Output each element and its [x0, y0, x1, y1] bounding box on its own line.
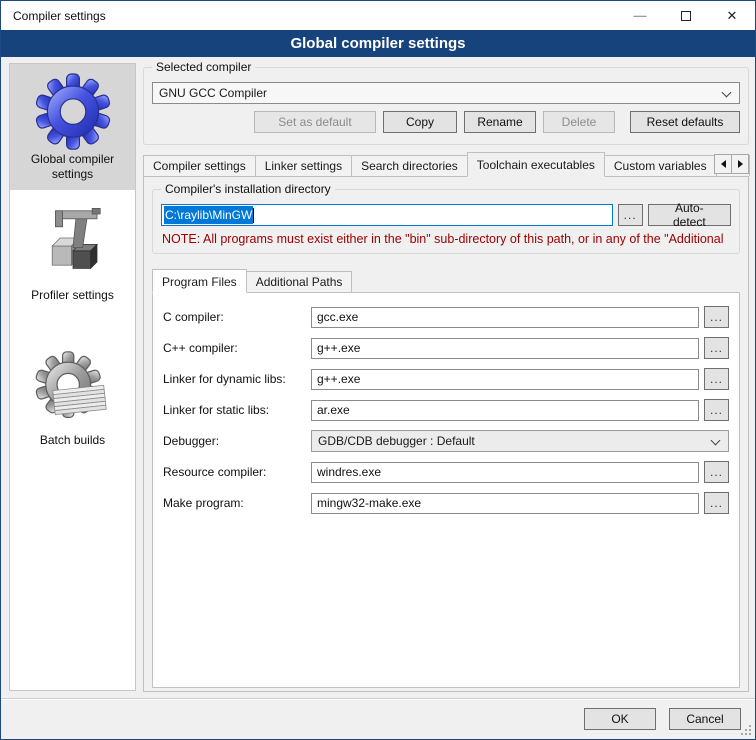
field-row-static-linker: Linker for static libs: ar.exe ... [163, 399, 729, 421]
installation-directory-value: C:\raylib\MinGW [164, 206, 253, 224]
ok-button[interactable]: OK [584, 708, 656, 730]
compiler-select[interactable]: GNU GCC Compiler [152, 82, 740, 104]
close-button[interactable]: ✕ [709, 1, 755, 30]
tab-search-directories[interactable]: Search directories [351, 155, 468, 176]
dialog-footer: OK Cancel [1, 698, 755, 739]
browse-dynamic-linker-button[interactable]: ... [704, 368, 729, 390]
field-row-resource-compiler: Resource compiler: windres.exe ... [163, 461, 729, 483]
tab-linker-settings[interactable]: Linker settings [255, 155, 352, 176]
auto-detect-button[interactable]: Auto-detect [648, 204, 731, 226]
caliper-icon [33, 206, 113, 286]
maximize-button[interactable] [663, 1, 709, 30]
field-label: Make program: [163, 496, 311, 510]
tab-additional-paths[interactable]: Additional Paths [246, 271, 353, 292]
tab-program-files[interactable]: Program Files [152, 269, 247, 293]
debugger-select[interactable]: GDB/CDB debugger : Default [311, 430, 729, 452]
program-files-panel: C compiler: gcc.exe ... C++ compiler: g+… [152, 292, 740, 688]
settings-category-list: Global compiler settings Profiler settin… [9, 63, 136, 691]
field-row-cpp-compiler: C++ compiler: g++.exe ... [163, 337, 729, 359]
arrow-left-icon [721, 160, 726, 168]
tab-scroll-right-button[interactable] [731, 154, 749, 174]
delete-button[interactable]: Delete [543, 111, 615, 133]
field-row-dynamic-linker: Linker for dynamic libs: g++.exe ... [163, 368, 729, 390]
rename-button[interactable]: Rename [464, 111, 536, 133]
field-label: Debugger: [163, 434, 311, 448]
tab-compiler-settings[interactable]: Compiler settings [143, 155, 256, 176]
installation-directory-row: C:\raylib\MinGW ... Auto-detect [161, 204, 731, 226]
cancel-button[interactable]: Cancel [669, 708, 741, 730]
browse-directory-button[interactable]: ... [618, 204, 643, 226]
browse-c-compiler-button[interactable]: ... [704, 306, 729, 328]
selected-compiler-group-label: Selected compiler [152, 60, 255, 74]
installation-directory-group-label: Compiler's installation directory [161, 182, 335, 196]
page-title: Global compiler settings [1, 30, 755, 57]
title-bar: Compiler settings — ✕ [1, 1, 755, 30]
tab-toolchain-executables[interactable]: Toolchain executables [467, 152, 605, 177]
compiler-buttons-row: Set as default Copy Rename Delete Reset … [152, 111, 740, 133]
field-label: C++ compiler: [163, 341, 311, 355]
field-row-make-program: Make program: mingw32-make.exe ... [163, 492, 729, 514]
sidebar-item-label: Global compiler settings [14, 152, 131, 182]
sidebar-item-label: Batch builds [14, 433, 131, 448]
browse-static-linker-button[interactable]: ... [704, 399, 729, 421]
installation-directory-input[interactable]: C:\raylib\MinGW [161, 204, 613, 226]
tab-custom-variables[interactable]: Custom variables [604, 155, 717, 176]
resource-compiler-input[interactable]: windres.exe [311, 462, 699, 483]
chevron-down-icon [711, 436, 721, 446]
maximize-icon [681, 11, 691, 21]
blue-gear-icon [33, 70, 113, 150]
field-row-c-compiler: C compiler: gcc.exe ... [163, 306, 729, 328]
copy-button[interactable]: Copy [383, 111, 457, 133]
field-row-debugger: Debugger: GDB/CDB debugger : Default [163, 430, 729, 452]
compiler-select-value: GNU GCC Compiler [159, 86, 267, 100]
make-program-input[interactable]: mingw32-make.exe [311, 493, 699, 514]
settings-tabs: Compiler settings Linker settings Search… [143, 151, 749, 176]
field-label: Linker for dynamic libs: [163, 372, 311, 386]
selected-compiler-group: Selected compiler GNU GCC Compiler Set a… [143, 67, 749, 145]
field-label: Linker for static libs: [163, 403, 311, 417]
gray-gear-stack-icon [33, 351, 113, 431]
debugger-select-value: GDB/CDB debugger : Default [318, 434, 475, 448]
installation-directory-group: Compiler's installation directory C:\ray… [152, 189, 740, 254]
field-label: Resource compiler: [163, 465, 311, 479]
sidebar-item-profiler-settings[interactable]: Profiler settings [10, 200, 135, 311]
main-panel: Selected compiler GNU GCC Compiler Set a… [143, 63, 749, 692]
bin-subdirectory-note: NOTE: All programs must exist either in … [162, 232, 730, 246]
program-tabs: Program Files Additional Paths [152, 268, 740, 292]
tab-scroll-left-button[interactable] [714, 154, 732, 174]
resize-grip[interactable] [740, 724, 753, 737]
close-icon: ✕ [727, 8, 738, 24]
arrow-right-icon [738, 160, 743, 168]
sidebar-item-label: Profiler settings [14, 288, 131, 303]
minimize-icon: — [634, 8, 647, 23]
sidebar-item-global-compiler-settings[interactable]: Global compiler settings [10, 64, 135, 190]
compiler-settings-dialog: Compiler settings — ✕ Global compiler se… [0, 0, 756, 740]
browse-resource-compiler-button[interactable]: ... [704, 461, 729, 483]
chevron-down-icon [722, 88, 732, 98]
dynamic-linker-input[interactable]: g++.exe [311, 369, 699, 390]
sidebar-item-batch-builds[interactable]: Batch builds [10, 345, 135, 456]
set-as-default-button[interactable]: Set as default [254, 111, 376, 133]
browse-make-program-button[interactable]: ... [704, 492, 729, 514]
reset-defaults-button[interactable]: Reset defaults [630, 111, 740, 133]
static-linker-input[interactable]: ar.exe [311, 400, 699, 421]
text-caret [253, 208, 254, 223]
minimize-button[interactable]: — [617, 1, 663, 30]
tab-scroll-controls [715, 154, 749, 174]
window-title: Compiler settings [1, 9, 617, 23]
browse-cpp-compiler-button[interactable]: ... [704, 337, 729, 359]
c-compiler-input[interactable]: gcc.exe [311, 307, 699, 328]
toolchain-executables-page: Compiler's installation directory C:\ray… [143, 176, 749, 692]
cpp-compiler-input[interactable]: g++.exe [311, 338, 699, 359]
field-label: C compiler: [163, 310, 311, 324]
